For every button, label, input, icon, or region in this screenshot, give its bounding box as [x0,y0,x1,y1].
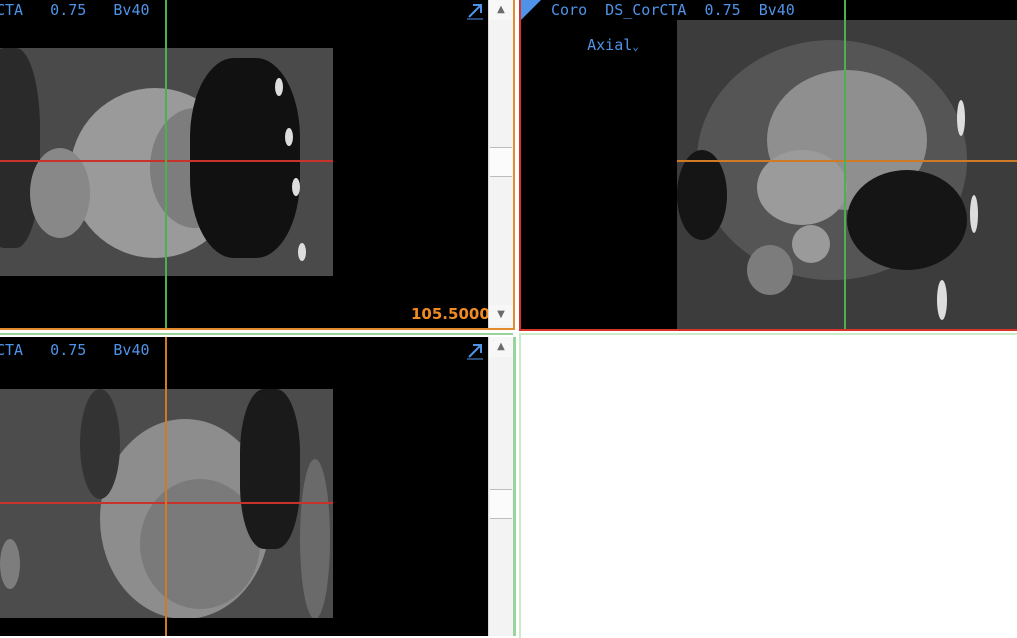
crosshair-vertical[interactable] [165,337,167,636]
series-label: CTA 0.75 Bv40 [0,341,150,359]
scroll-up-button[interactable]: ▲ [489,337,513,357]
viewport-bottom-right[interactable] [519,333,1017,638]
viewport-bottom-left[interactable]: CTA 0.75 Bv40 [0,337,488,636]
viewport-separator [0,333,513,335]
maximize-icon[interactable] [465,341,485,361]
axial-viewport-border [519,0,1017,331]
scroll-thumb[interactable] [490,489,512,519]
viewport-separator [513,337,516,636]
active-viewport-border [0,0,515,330]
scrollbar-bottom-left[interactable]: ▲ [488,337,514,636]
